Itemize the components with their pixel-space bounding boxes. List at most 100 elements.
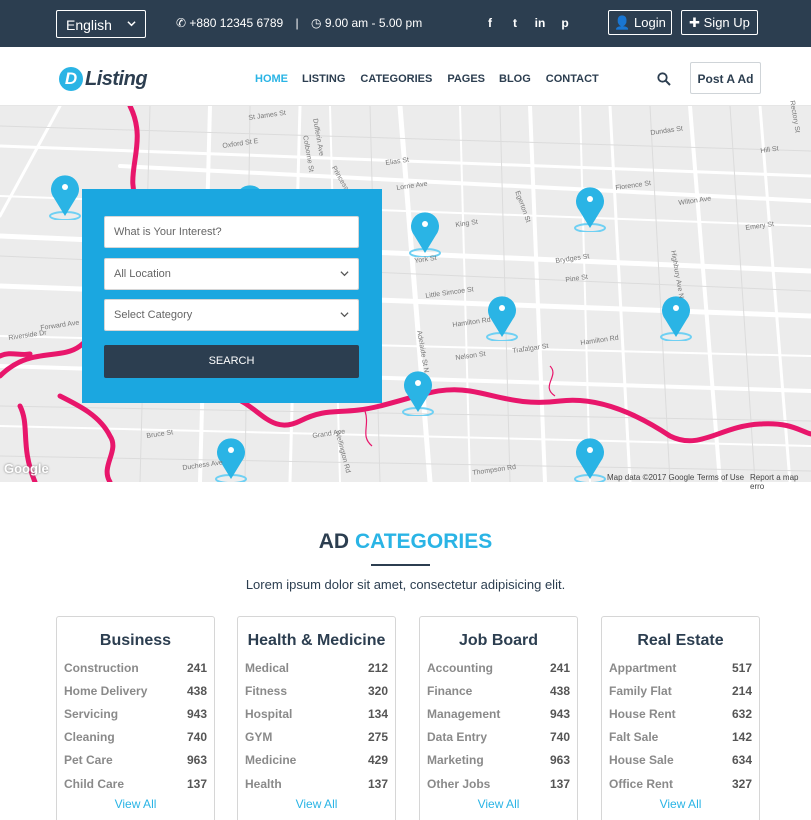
site-logo[interactable]: D Listing [59,67,148,91]
category-row[interactable]: Health 137 [245,777,388,791]
subcategory-count: 212 [367,661,388,675]
map-pin-icon[interactable] [406,207,444,257]
view-all-link[interactable]: View All [602,797,759,811]
subcategory-name: Cleaning [64,730,115,744]
map-pin-icon[interactable] [483,291,521,341]
category-row[interactable]: Marketing 963 [427,753,570,767]
subcategory-name: Medicine [245,753,297,767]
map-report-link[interactable]: Report a map erro [750,473,811,491]
category-row[interactable]: Management 943 [427,707,570,721]
language-value: English [66,17,112,33]
social-links: f t in p [484,16,571,30]
category-row[interactable]: Construction 241 [64,661,207,675]
category-row[interactable]: Cleaning 740 [64,730,207,744]
subcategory-name: Servicing [64,707,119,721]
subcategory-name: Office Rent [609,777,674,791]
subcategory-name: Medical [245,661,290,675]
category-row[interactable]: Medicine 429 [245,753,388,767]
subcategory-name: GYM [245,730,273,744]
subcategory-name: Management [427,707,501,721]
map-pin-icon[interactable] [399,366,437,416]
search-button[interactable]: SEARCH [104,345,359,378]
view-all-link[interactable]: View All [57,797,214,811]
subcategory-count: 241 [186,661,207,675]
post-ad-button[interactable]: Post A Ad [690,62,761,94]
category-row[interactable]: Pet Care 963 [64,753,207,767]
category-row[interactable]: Data Entry 740 [427,730,570,744]
subcategory-name: House Sale [609,753,674,767]
search-icon[interactable] [657,72,671,86]
nav-item-categories[interactable]: CATEGORIES [360,73,432,85]
subcategory-count: 740 [186,730,207,744]
interest-input[interactable]: What is Your Interest? [104,216,359,248]
subcategory-count: 963 [549,753,570,767]
category-card-title[interactable]: Job Board [420,632,577,650]
subcategory-count: 438 [549,684,570,698]
category-row[interactable]: Appartment 517 [609,661,752,675]
subcategory-count: 517 [731,661,752,675]
category-row[interactable]: House Sale 634 [609,753,752,767]
category-row[interactable]: Falt Sale 142 [609,730,752,744]
subcategory-name: Accounting [427,661,493,675]
category-row[interactable]: Servicing 943 [64,707,207,721]
subcategory-name: Family Flat [609,684,672,698]
linkedin-icon[interactable]: in [534,16,546,30]
category-card-title[interactable]: Health & Medicine [238,632,395,650]
category-row[interactable]: Home Delivery 438 [64,684,207,698]
subcategory-count: 634 [731,753,752,767]
category-value: Select Category [114,309,193,321]
map-terms-link[interactable]: Terms of Use [697,473,744,482]
phone-icon: ✆ [176,16,187,30]
nav-item-pages[interactable]: PAGES [447,73,485,85]
subcategory-count: 134 [367,707,388,721]
category-row[interactable]: Other Jobs 137 [427,777,570,791]
subcategory-count: 632 [731,707,752,721]
twitter-icon[interactable]: t [509,16,521,30]
subcategory-count: 327 [731,777,752,791]
business-hours: 9.00 am - 5.00 pm [324,16,423,30]
nav-item-home[interactable]: HOME [255,73,288,85]
facebook-icon[interactable]: f [484,16,496,30]
category-card: Business Construction 241 Home Delivery 438 S… [56,616,215,820]
nav-item-blog[interactable]: BLOG [499,73,531,85]
nav-item-listing[interactable]: LISTING [302,73,345,85]
sign-up-button[interactable]: ✚ Sign Up [681,10,758,35]
map-pin-icon[interactable] [46,170,84,220]
subcategory-name: Construction [64,661,139,675]
category-row[interactable]: Medical 212 [245,661,388,675]
category-card-title[interactable]: Real Estate [602,632,759,650]
main-navbar: D Listing HOME LISTING CATEGORIES PAGES … [0,47,811,106]
category-row[interactable]: GYM 275 [245,730,388,744]
map-pin-icon[interactable] [657,291,695,341]
google-logo: Google [4,461,49,476]
subcategory-count: 137 [367,777,388,791]
nav-item-contact[interactable]: CONTACT [546,73,599,85]
login-button[interactable]: 👤 Login [608,10,672,35]
clock-icon: ◷ [310,16,322,30]
category-row[interactable]: Fitness 320 [245,684,388,698]
map-pin-icon[interactable] [571,433,609,482]
subcategory-count: 241 [549,661,570,675]
category-row[interactable]: Office Rent 327 [609,777,752,791]
subcategory-count: 963 [186,753,207,767]
location-select[interactable]: All Location [104,258,359,290]
category-card-title[interactable]: Business [57,632,214,650]
view-all-link[interactable]: View All [238,797,395,811]
category-row[interactable]: Child Care 137 [64,777,207,791]
subcategory-name: Falt Sale [609,730,659,744]
map-pin-icon[interactable] [571,182,609,232]
search-panel: What is Your Interest? All Location Sele… [82,189,382,403]
category-row[interactable]: Accounting 241 [427,661,570,675]
pinterest-icon[interactable]: p [559,16,571,30]
subcategory-count: 740 [549,730,570,744]
section-title-accent: CATEGORIES [354,530,493,553]
category-row[interactable]: Hospital 134 [245,707,388,721]
location-value: All Location [114,268,171,280]
view-all-link[interactable]: View All [420,797,577,811]
category-row[interactable]: House Rent 632 [609,707,752,721]
language-select[interactable]: English [56,10,146,38]
category-row[interactable]: Finance 438 [427,684,570,698]
category-select[interactable]: Select Category [104,299,359,331]
category-row[interactable]: Family Flat 214 [609,684,752,698]
map-pin-icon[interactable] [212,433,250,482]
